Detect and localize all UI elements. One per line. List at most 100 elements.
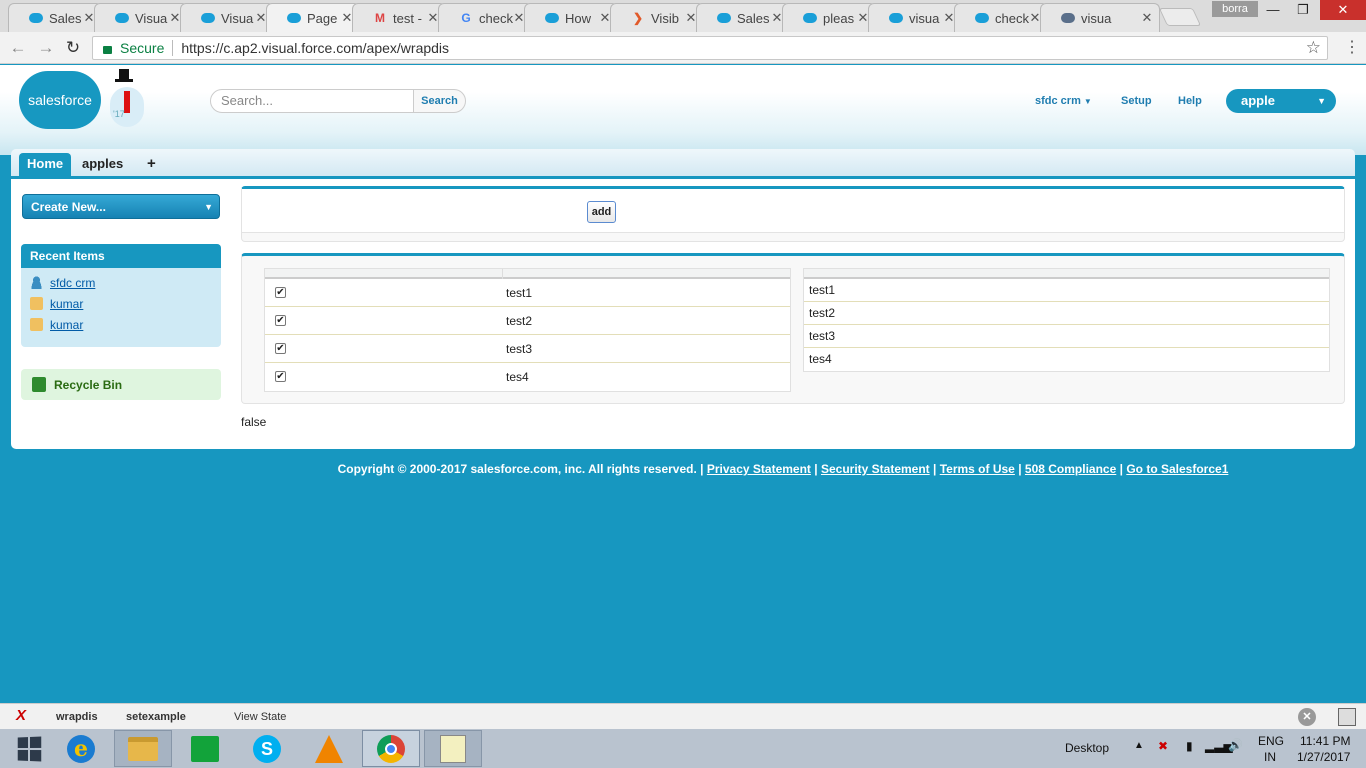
browser-tab[interactable]: pleas ✕: [782, 3, 876, 32]
new-tab-button[interactable]: [1158, 8, 1202, 26]
taskbar-vlc[interactable]: [300, 730, 358, 767]
salesforce-favicon-icon: [115, 11, 129, 25]
browser-tab[interactable]: Visua ✕: [94, 3, 188, 32]
org-menu[interactable]: sfdc crm ▼: [1035, 95, 1092, 107]
contact-icon: [30, 318, 43, 331]
caret-down-icon: ▼: [204, 202, 213, 212]
browser-tab[interactable]: Gcheck ✕: [438, 3, 532, 32]
clock-time[interactable]: 11:41 PM: [1300, 734, 1350, 748]
browser-toolbar: ← → ↻ Secure https://c.ap2.visual.force.…: [0, 32, 1366, 64]
salesforce-favicon-icon: [975, 11, 989, 25]
privacy-statement-link[interactable]: Privacy Statement: [707, 462, 811, 476]
address-bar[interactable]: Secure https://c.ap2.visual.force.com/ap…: [92, 36, 1328, 60]
salesforce-logo[interactable]: salesforce: [19, 71, 101, 129]
clock-date[interactable]: 1/27/2017: [1297, 750, 1350, 764]
close-circle-icon[interactable]: ✕: [1298, 708, 1316, 726]
forward-arrow-icon[interactable]: →: [36, 38, 56, 58]
close-window-icon[interactable]: ✕: [1320, 0, 1366, 20]
language-code[interactable]: ENG: [1258, 734, 1284, 748]
setup-link[interactable]: Setup: [1121, 95, 1152, 107]
volume-icon[interactable]: 🔊: [1228, 738, 1243, 752]
internet-explorer-icon: e: [67, 734, 95, 763]
browser-tab[interactable]: Visua ✕: [180, 3, 274, 32]
salesforce-favicon-icon: [717, 11, 731, 25]
recent-items-title: Recent Items: [21, 244, 221, 268]
table-row: ✔ tes4: [275, 370, 529, 384]
row-checkbox[interactable]: ✔: [275, 371, 286, 382]
browser-tab[interactable]: Mtest - ✕: [352, 3, 446, 32]
add-button[interactable]: add: [587, 201, 616, 223]
security-statement-link[interactable]: Security Statement: [821, 462, 930, 476]
close-dev-footer-icon[interactable]: X: [16, 707, 26, 724]
browser-tab-active[interactable]: Page ✕: [266, 3, 360, 32]
recent-item[interactable]: kumar: [21, 293, 221, 314]
add-tab-plus-icon[interactable]: +: [139, 153, 164, 179]
browser-tab[interactable]: Sales ✕: [8, 3, 102, 32]
snowman-year-label: '17: [113, 109, 125, 119]
wrapper-table: ✔ test1 ✔ test2 ✔ test3 ✔ tes4: [264, 268, 791, 392]
browser-tab[interactable]: check ✕: [954, 3, 1048, 32]
browser-profile-chip[interactable]: borra: [1212, 1, 1258, 17]
browser-tab[interactable]: How ✕: [524, 3, 618, 32]
battery-icon[interactable]: ▮: [1186, 739, 1193, 753]
app-tab-bar: Home apples +: [11, 149, 1355, 179]
browser-tab[interactable]: Sales ✕: [696, 3, 790, 32]
reload-icon[interactable]: ↻: [63, 38, 83, 58]
taskbar-explorer[interactable]: [114, 730, 172, 767]
taskbar-monitor[interactable]: [424, 730, 482, 767]
help-link[interactable]: Help: [1178, 95, 1202, 107]
back-arrow-icon[interactable]: ←: [8, 38, 28, 58]
tab-apples[interactable]: apples: [74, 153, 131, 179]
browser-tab-strip: Sales ✕ Visua ✕ Visua ✕ Page ✕ Mtest - ✕ Gche…: [0, 0, 1366, 32]
caret-down-icon: ▼: [1083, 97, 1092, 106]
desktop-toolbar[interactable]: Desktop: [1065, 741, 1109, 755]
language-region[interactable]: IN: [1264, 750, 1276, 764]
recent-item[interactable]: sfdc crm: [21, 272, 221, 293]
snowman-icon: '17: [110, 69, 146, 127]
taskbar-store[interactable]: [176, 730, 234, 767]
network-error-icon[interactable]: ✖: [1158, 739, 1168, 753]
expand-icon[interactable]: [1338, 708, 1356, 726]
user-menu[interactable]: apple ▼: [1226, 89, 1336, 113]
search-input[interactable]: Search...: [210, 89, 414, 113]
bookmark-star-icon[interactable]: ☆: [1306, 38, 1321, 58]
dev-page-link[interactable]: wrapdis: [56, 711, 98, 723]
taskbar-skype[interactable]: S: [238, 730, 296, 767]
terms-of-use-link[interactable]: Terms of Use: [940, 462, 1015, 476]
browser-menu-icon[interactable]: ⋮: [1344, 38, 1360, 58]
browser-tab[interactable]: visua ✕: [868, 3, 962, 32]
row-checkbox[interactable]: ✔: [275, 287, 286, 298]
taskbar-chrome[interactable]: [362, 730, 420, 767]
recycle-bin-link[interactable]: Recycle Bin: [21, 369, 221, 400]
recent-item[interactable]: kumar: [21, 314, 221, 335]
url-text: https://c.ap2.visual.force.com/apex/wrap…: [181, 40, 450, 56]
search-button[interactable]: Search: [413, 89, 466, 113]
salesforce1-link[interactable]: Go to Salesforce1: [1126, 462, 1228, 476]
taskbar-ie[interactable]: e: [52, 730, 110, 767]
salesforce-favicon-icon: [287, 11, 301, 25]
browser-tab[interactable]: visua ✕: [1040, 3, 1160, 32]
create-new-button[interactable]: Create New... ▼: [22, 194, 220, 219]
store-icon: [191, 735, 219, 762]
compliance-link[interactable]: 508 Compliance: [1025, 462, 1116, 476]
table-row: ✔ test2: [265, 307, 790, 335]
dev-viewstate-link[interactable]: View State: [234, 711, 286, 723]
page-content: Create New... ▼ Recent Items sfdc crm kum…: [11, 179, 1355, 449]
salesforce-favicon-icon: [201, 11, 215, 25]
show-hidden-icons-icon[interactable]: ▲: [1134, 740, 1144, 751]
tab-home[interactable]: Home: [19, 153, 72, 179]
table-row: ✔ test3: [265, 335, 790, 363]
close-tab-icon[interactable]: ✕: [1141, 10, 1153, 26]
minimize-icon[interactable]: —: [1258, 0, 1288, 20]
dev-controller-link[interactable]: setexample: [126, 711, 186, 723]
windows-taskbar: e S Desktop ▲ ✖ ▮ ▂▃▅ 🔊 ENG IN 11:41 PM …: [0, 729, 1366, 768]
browser-tab[interactable]: ❯ Visib ✕: [610, 3, 704, 32]
restore-icon[interactable]: ❐: [1288, 0, 1318, 20]
chrome-icon: [377, 734, 405, 763]
secure-label: Secure: [120, 40, 165, 56]
start-button[interactable]: [0, 730, 58, 767]
row-checkbox[interactable]: ✔: [275, 343, 286, 354]
table-row: test2: [804, 302, 1329, 325]
caret-down-icon: ▼: [1317, 96, 1326, 106]
row-checkbox[interactable]: ✔: [275, 315, 286, 326]
